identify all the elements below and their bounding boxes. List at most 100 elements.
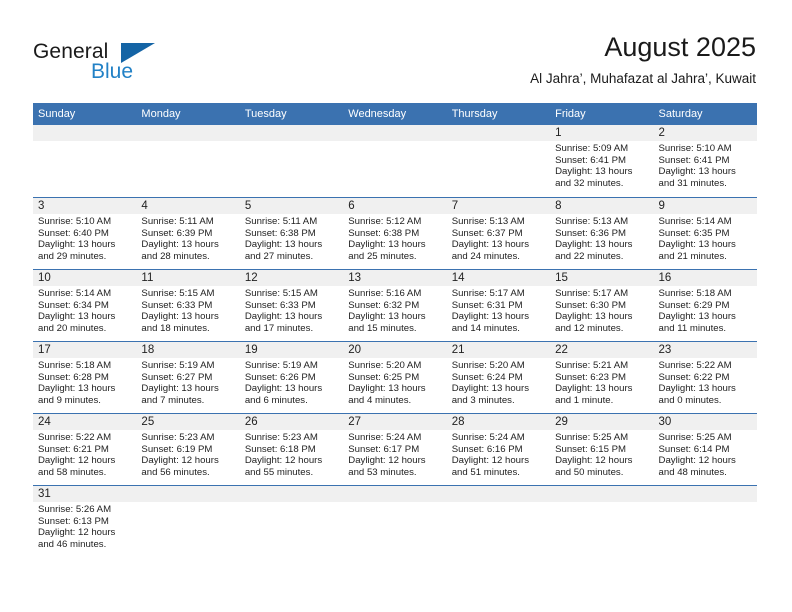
calendar-day-cell[interactable]: 8 Sunrise: 5:13 AM Sunset: 6:36 PM Daylight… <box>550 198 654 269</box>
calendar-day-cell[interactable]: 15 Sunrise: 5:17 AM Sunset: 6:30 PM Dayligh… <box>550 270 654 341</box>
calendar-day-cell[interactable]: 14 Sunrise: 5:17 AM Sunset: 6:31 PM Dayligh… <box>446 270 551 341</box>
calendar-day-cell[interactable]: 4 Sunrise: 5:11 AM Sunset: 6:39 PM Daylight… <box>136 198 240 269</box>
day-sunrise-text: Sunrise: 5:22 AM <box>658 360 732 371</box>
calendar-day-cell[interactable]: 6 Sunrise: 5:12 AM Sunset: 6:38 PM Daylight… <box>343 198 447 269</box>
day-daylight2-text: and 31 minutes. <box>658 177 727 189</box>
day-number <box>343 486 447 502</box>
day-number: 23 <box>653 342 757 358</box>
day-number: 16 <box>653 270 757 286</box>
day-sunset-text: Sunset: 6:32 PM <box>348 299 420 311</box>
day-daylight2-text: and 58 minutes. <box>38 466 107 478</box>
day-sunrise-text: Sunrise: 5:23 AM <box>141 432 215 443</box>
day-number: 2 <box>653 125 757 141</box>
day-daylight1-text: Daylight: 12 hours <box>555 455 633 467</box>
calendar-day-cell[interactable]: 19 Sunrise: 5:19 AM Sunset: 6:26 PM Dayligh… <box>239 342 344 413</box>
calendar-day-cell[interactable]: 28 Sunrise: 5:24 AM Sunset: 6:16 PM Dayligh… <box>446 414 551 485</box>
calendar-day-cell[interactable]: 29 Sunrise: 5:25 AM Sunset: 6:15 PM Dayligh… <box>550 414 654 485</box>
day-sunset-text: Sunset: 6:26 PM <box>244 371 316 383</box>
day-daylight1-text: Daylight: 12 hours <box>244 455 323 467</box>
day-daylight2-text: and 25 minutes. <box>348 250 417 262</box>
day-sunset-text: Sunset: 6:22 PM <box>658 371 730 383</box>
day-number <box>446 125 551 141</box>
day-daylight2-text: and 1 minute. <box>555 394 614 406</box>
calendar-day-cell[interactable]: 25 Sunrise: 5:23 AM Sunset: 6:19 PM Dayligh… <box>136 414 240 485</box>
calendar-day-cell[interactable]: 12 Sunrise: 5:15 AM Sunset: 6:33 PM Dayligh… <box>239 270 344 341</box>
calendar-day-cell[interactable]: 13 Sunrise: 5:16 AM Sunset: 6:32 PM Dayligh… <box>343 270 447 341</box>
day-sunset-text: Sunset: 6:31 PM <box>451 299 523 311</box>
day-sun-info: Sunrise: 5:20 AM Sunset: 6:25 PM Daylight:… <box>343 358 446 406</box>
day-daylight1-text: Daylight: 13 hours <box>555 166 633 178</box>
calendar-day-cell[interactable]: 30 Sunrise: 5:25 AM Sunset: 6:14 PM Dayligh… <box>653 414 757 485</box>
calendar-day-cell[interactable]: 10 Sunrise: 5:14 AM Sunset: 6:34 PM Dayligh… <box>33 270 137 341</box>
calendar-day-cell[interactable]: 22 Sunrise: 5:21 AM Sunset: 6:23 PM Dayligh… <box>550 342 654 413</box>
weekday-header-friday: Friday <box>555 108 586 120</box>
day-daylight1-text: Daylight: 13 hours <box>348 311 426 323</box>
day-number: 25 <box>136 414 240 430</box>
general-blue-logo[interactable]: General Blue <box>33 40 213 88</box>
day-sun-info: Sunrise: 5:12 AM Sunset: 6:38 PM Daylight:… <box>343 214 446 262</box>
day-sun-info: Sunrise: 5:25 AM Sunset: 6:15 PM Daylight:… <box>550 430 653 478</box>
calendar-day-cell[interactable]: 31 Sunrise: 5:26 AM Sunset: 6:13 PM Dayligh… <box>33 486 137 571</box>
day-sun-info: Sunrise: 5:20 AM Sunset: 6:24 PM Daylight:… <box>447 358 550 406</box>
day-sun-info: Sunrise: 5:26 AM Sunset: 6:13 PM Daylight:… <box>33 502 136 550</box>
calendar-day-cell[interactable]: 26 Sunrise: 5:23 AM Sunset: 6:18 PM Dayligh… <box>239 414 344 485</box>
weekday-header-tuesday: Tuesday <box>244 108 287 120</box>
day-daylight1-text: Daylight: 12 hours <box>38 527 116 539</box>
calendar-day-cell[interactable]: 18 Sunrise: 5:19 AM Sunset: 6:27 PM Dayligh… <box>136 342 240 413</box>
weekday-header-monday: Monday <box>141 108 181 120</box>
day-sun-info: Sunrise: 5:14 AM Sunset: 6:35 PM Daylight:… <box>654 214 757 262</box>
day-sunrise-text: Sunrise: 5:23 AM <box>244 432 318 443</box>
day-sun-info: Sunrise: 5:17 AM Sunset: 6:30 PM Daylight:… <box>550 286 653 334</box>
calendar-day-cell-empty <box>446 125 551 197</box>
calendar-day-cell[interactable]: 24 Sunrise: 5:22 AM Sunset: 6:21 PM Dayligh… <box>33 414 137 485</box>
day-number <box>239 486 344 502</box>
calendar-day-cell[interactable]: 21 Sunrise: 5:20 AM Sunset: 6:24 PM Dayligh… <box>446 342 551 413</box>
calendar-day-cell[interactable]: 16 Sunrise: 5:18 AM Sunset: 6:29 PM Dayligh… <box>653 270 757 341</box>
day-sun-info: Sunrise: 5:22 AM Sunset: 6:21 PM Daylight:… <box>33 430 136 478</box>
day-daylight1-text: Daylight: 13 hours <box>38 383 116 395</box>
day-number: 18 <box>136 342 240 358</box>
day-sunset-text: Sunset: 6:17 PM <box>348 443 420 455</box>
day-number: 30 <box>653 414 757 430</box>
calendar-day-cell[interactable]: 20 Sunrise: 5:20 AM Sunset: 6:25 PM Dayligh… <box>343 342 447 413</box>
calendar-day-cell[interactable]: 27 Sunrise: 5:24 AM Sunset: 6:17 PM Dayligh… <box>343 414 447 485</box>
day-number: 11 <box>136 270 240 286</box>
day-sun-info: Sunrise: 5:18 AM Sunset: 6:28 PM Daylight:… <box>33 358 136 406</box>
weekday-header-sunday: Sunday <box>38 108 76 120</box>
calendar-day-cell[interactable]: 5 Sunrise: 5:11 AM Sunset: 6:38 PM Daylight… <box>239 198 344 269</box>
day-daylight1-text: Daylight: 13 hours <box>141 383 219 395</box>
day-sunset-text: Sunset: 6:41 PM <box>658 154 730 166</box>
calendar-day-cell[interactable]: 9 Sunrise: 5:14 AM Sunset: 6:35 PM Daylight… <box>653 198 757 269</box>
day-sunrise-text: Sunrise: 5:17 AM <box>451 288 525 299</box>
calendar-day-cell[interactable]: 2 Sunrise: 5:10 AM Sunset: 6:41 PM Daylight… <box>653 125 757 197</box>
calendar-day-cell[interactable]: 7 Sunrise: 5:13 AM Sunset: 6:37 PM Daylight… <box>446 198 551 269</box>
day-sunset-text: Sunset: 6:16 PM <box>451 443 523 455</box>
calendar-day-cell[interactable]: 17 Sunrise: 5:18 AM Sunset: 6:28 PM Dayligh… <box>33 342 137 413</box>
day-sunset-text: Sunset: 6:27 PM <box>141 371 213 383</box>
calendar-day-cell[interactable]: 1 Sunrise: 5:09 AM Sunset: 6:41 PM Daylight… <box>550 125 654 197</box>
day-number: 31 <box>33 486 137 502</box>
calendar-week-row: 1 Sunrise: 5:09 AM Sunset: 6:41 PM Daylight… <box>33 125 757 197</box>
calendar-day-cell[interactable]: 11 Sunrise: 5:15 AM Sunset: 6:33 PM Dayligh… <box>136 270 240 341</box>
day-sunset-text: Sunset: 6:38 PM <box>348 227 420 239</box>
day-number <box>343 125 447 141</box>
day-daylight1-text: Daylight: 13 hours <box>348 383 426 395</box>
day-sunset-text: Sunset: 6:28 PM <box>38 371 109 383</box>
day-sun-info: Sunrise: 5:21 AM Sunset: 6:23 PM Daylight:… <box>550 358 653 406</box>
day-number: 5 <box>239 198 344 214</box>
calendar-day-cell[interactable]: 3 Sunrise: 5:10 AM Sunset: 6:40 PM Daylight… <box>33 198 137 269</box>
day-sun-info: Sunrise: 5:13 AM Sunset: 6:36 PM Daylight:… <box>550 214 653 262</box>
day-number <box>550 486 654 502</box>
day-daylight2-text: and 21 minutes. <box>658 250 727 262</box>
day-daylight1-text: Daylight: 12 hours <box>348 455 426 467</box>
day-daylight2-text: and 4 minutes. <box>348 394 412 406</box>
calendar-day-cell[interactable]: 23 Sunrise: 5:22 AM Sunset: 6:22 PM Dayligh… <box>653 342 757 413</box>
day-daylight1-text: Daylight: 12 hours <box>141 455 219 467</box>
day-number: 14 <box>446 270 551 286</box>
day-number: 15 <box>550 270 654 286</box>
weekday-header-row: Sunday Monday Tuesday Wednesday Thursday Frid… <box>33 103 757 125</box>
day-sun-info: Sunrise: 5:25 AM Sunset: 6:14 PM Daylight:… <box>654 430 757 478</box>
day-daylight2-text: and 0 minutes. <box>658 394 722 406</box>
day-daylight1-text: Daylight: 13 hours <box>244 239 323 251</box>
day-sunset-text: Sunset: 6:34 PM <box>38 299 109 311</box>
